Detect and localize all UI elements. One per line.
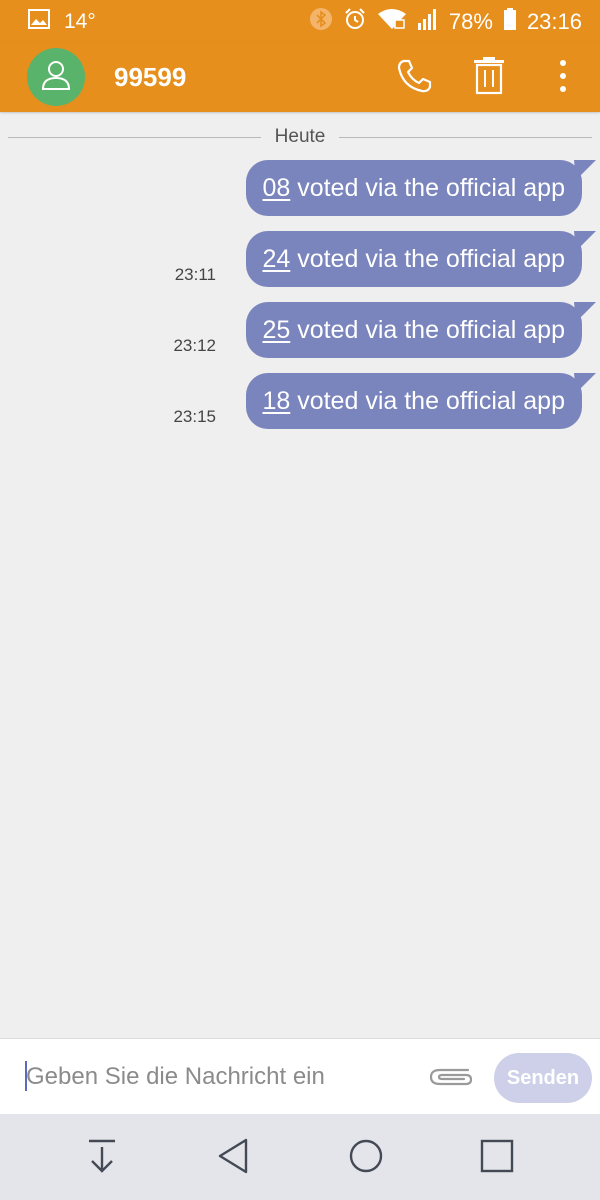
- call-button[interactable]: [394, 56, 434, 100]
- message-item: 08 voted via the official app: [0, 160, 600, 216]
- battery-percent: 78%: [448, 8, 493, 34]
- divider-line: [8, 136, 261, 138]
- date-label: Heute: [274, 126, 326, 147]
- hide-keyboard-button[interactable]: [78, 1134, 126, 1182]
- trash-icon: [471, 56, 507, 101]
- message-item: 23:12 25 voted via the official app: [0, 302, 600, 358]
- message-number-link[interactable]: 08: [262, 174, 290, 203]
- gallery-icon: [28, 9, 50, 34]
- message-bubble[interactable]: 24 voted via the official app: [246, 231, 596, 287]
- phone-icon: [395, 57, 433, 100]
- message-text: voted via the official app: [290, 315, 565, 344]
- attach-button[interactable]: [428, 1063, 474, 1091]
- bubble-tail: [574, 373, 596, 393]
- home-circle-icon: [348, 1138, 384, 1179]
- send-button[interactable]: Senden: [494, 1053, 592, 1103]
- divider-line: [339, 136, 593, 138]
- recents-button[interactable]: [473, 1134, 521, 1182]
- system-nav-bar: [0, 1114, 600, 1200]
- compose-bar: Senden: [0, 1038, 600, 1114]
- avatar[interactable]: [27, 48, 85, 106]
- message-number-link[interactable]: 18: [262, 387, 290, 416]
- message-time: 23:15: [173, 407, 216, 426]
- message-number-link[interactable]: 24: [262, 245, 290, 274]
- home-button[interactable]: [342, 1134, 390, 1182]
- more-options-button[interactable]: [543, 56, 583, 100]
- bubble-tail: [574, 302, 596, 322]
- battery-icon: [503, 7, 517, 36]
- temperature: 14°: [64, 9, 96, 33]
- date-divider: Heute: [8, 126, 593, 148]
- more-vertical-icon: [559, 59, 567, 98]
- arrow-down-to-line-icon: [85, 1138, 119, 1179]
- delete-button[interactable]: [469, 56, 509, 100]
- status-bar: 14° 78% 23:16: [0, 0, 600, 42]
- alarm-icon: [343, 7, 367, 36]
- recents-square-icon: [479, 1138, 515, 1179]
- message-text: voted via the official app: [290, 386, 565, 415]
- clock: 23:16: [526, 8, 582, 34]
- message-input[interactable]: [26, 1057, 406, 1097]
- bluetooth-icon: [309, 7, 333, 36]
- message-time: 23:11: [174, 265, 216, 284]
- message-number-link[interactable]: 25: [262, 316, 290, 345]
- contact-name: 99599: [114, 62, 187, 92]
- message-time: 23:12: [173, 336, 216, 355]
- message-bubble[interactable]: 25 voted via the official app: [246, 302, 596, 358]
- signal-icon: [417, 7, 439, 36]
- paperclip-icon: [428, 1068, 474, 1095]
- message-text: voted via the official app: [290, 244, 565, 273]
- messaging-screen: 14° 78% 23:16 99599 Heute 08 voted via t…: [0, 0, 600, 1200]
- message-item: 23:15 18 voted via the official app: [0, 373, 600, 429]
- message-bubble[interactable]: 18 voted via the official app: [246, 373, 596, 429]
- bubble-tail: [574, 231, 596, 251]
- message-text: voted via the official app: [290, 173, 565, 202]
- wifi-icon: [377, 7, 407, 36]
- conversation-header: 99599: [0, 42, 600, 112]
- person-icon: [41, 59, 71, 96]
- back-button[interactable]: [209, 1134, 257, 1182]
- back-triangle-icon: [216, 1137, 250, 1180]
- bubble-tail: [574, 160, 596, 180]
- message-bubble[interactable]: 08 voted via the official app: [246, 160, 596, 216]
- message-item: 23:11 24 voted via the official app: [0, 231, 600, 287]
